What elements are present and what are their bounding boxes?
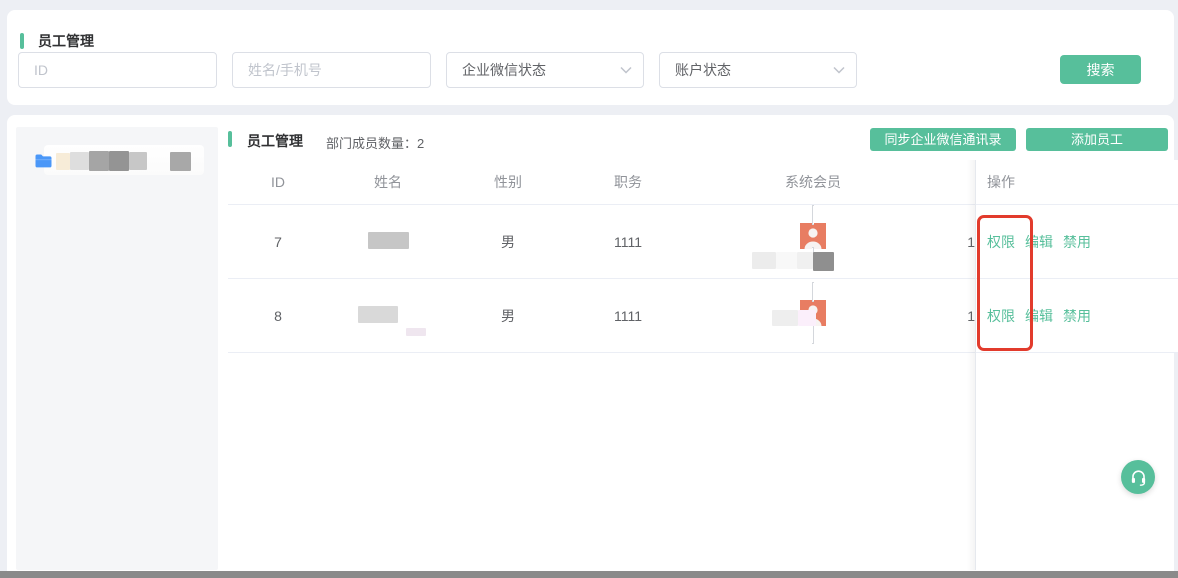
column-header: ID [228, 174, 328, 190]
redacted-text-block [813, 252, 834, 271]
employee-table: ID姓名性别职务系统会员操作 7男11111权限编辑禁用8男11111权限编辑禁… [228, 160, 1178, 353]
table-row: 7男11111权限编辑禁用 [228, 205, 1178, 279]
horizontal-scrollbar[interactable] [0, 571, 1178, 578]
name-phone-input[interactable] [232, 52, 431, 88]
redacted-text-block [368, 232, 409, 249]
sync-wechat-contacts-button[interactable]: 同步企业微信通讯录 [870, 128, 1016, 151]
member-avatar [800, 284, 826, 342]
cell-actions: 权限编辑禁用 [975, 306, 1178, 326]
cell-actions: 权限编辑禁用 [975, 232, 1178, 252]
account-status-select[interactable]: 账户状态 [659, 52, 857, 88]
edit-link[interactable]: 编辑 [1025, 234, 1053, 250]
avatar-image [800, 223, 826, 249]
filter-card-header: 员工管理 [20, 31, 94, 51]
disable-link[interactable]: 禁用 [1063, 234, 1091, 250]
redacted-text-block [772, 310, 816, 326]
cell-system-member [688, 213, 938, 271]
redacted-text-block [752, 252, 834, 271]
cell-id: 7 [228, 234, 328, 250]
filter-card: 员工管理 企业微信状态 账户状态 搜索 [7, 10, 1174, 105]
cell-system-member [688, 287, 938, 345]
redacted-text-block [797, 252, 813, 269]
title-accent-bar [20, 33, 24, 49]
redacted-text-block [776, 252, 797, 269]
redacted-text-block [358, 306, 398, 323]
account-status-select-value: 账户状态 [675, 60, 731, 80]
column-header: 操作 [975, 172, 1178, 192]
edit-link[interactable]: 编辑 [1025, 308, 1053, 324]
search-button[interactable]: 搜索 [1060, 55, 1141, 84]
section-title: 员工管理 [247, 131, 303, 151]
cell-job: 1111 [568, 234, 688, 250]
redacted-text-block [798, 310, 816, 326]
chevron-down-icon [833, 67, 845, 74]
wechat-status-select-value: 企业微信状态 [462, 60, 546, 80]
table-row: 8男11111权限编辑禁用 [228, 279, 1178, 353]
cell-name-redacted [328, 232, 448, 252]
filter-row: 企业微信状态 账户状态 [18, 52, 872, 88]
column-header: 职务 [568, 172, 688, 192]
cell-gender: 男 [448, 232, 568, 252]
redacted-text-block [752, 252, 776, 269]
customer-service-button[interactable] [1121, 460, 1155, 494]
column-header: 性别 [448, 172, 568, 192]
disable-link[interactable]: 禁用 [1063, 308, 1091, 324]
add-employee-button[interactable]: 添加员工 [1026, 128, 1168, 151]
section-accent-bar [228, 131, 232, 147]
column-header: 系统会员 [688, 172, 938, 192]
employee-management-card: 员工管理 部门成员数量：2 同步企业微信通讯录 添加员工 ID姓名性别职务系统会… [7, 115, 1174, 578]
redacted-text-block [109, 151, 129, 171]
cell-gender: 男 [448, 306, 568, 326]
folder-icon [34, 153, 52, 169]
redacted-text-block [170, 152, 191, 171]
fixed-column-divider [975, 160, 976, 570]
member-avatar [800, 207, 826, 265]
redacted-text-block [89, 151, 109, 171]
section-header: 员工管理 部门成员数量：2 同步企业微信通讯录 添加员工 [228, 128, 1174, 158]
cell-name-redacted [328, 306, 448, 326]
redacted-text-block [129, 152, 147, 170]
permission-link[interactable]: 权限 [987, 234, 1015, 250]
fixed-column-shadow [967, 160, 975, 570]
department-tree-node[interactable] [34, 147, 210, 175]
redacted-text-block [772, 310, 798, 326]
redacted-text-block [406, 328, 426, 336]
wechat-status-select[interactable]: 企业微信状态 [446, 52, 644, 88]
redacted-text-block [56, 153, 70, 170]
permission-link[interactable]: 权限 [987, 308, 1015, 324]
table-header-row: ID姓名性别职务系统会员 操作 [228, 160, 1178, 205]
chevron-down-icon [620, 67, 632, 74]
headset-icon [1129, 468, 1148, 487]
cell-id: 8 [228, 308, 328, 324]
id-input[interactable] [18, 52, 217, 88]
page-title: 员工管理 [38, 31, 94, 51]
column-header: 姓名 [328, 172, 448, 192]
redacted-text-block [70, 152, 89, 170]
cell-job: 1111 [568, 308, 688, 324]
department-tree-panel [16, 127, 218, 570]
member-count: 部门成员数量：2 [326, 133, 424, 152]
